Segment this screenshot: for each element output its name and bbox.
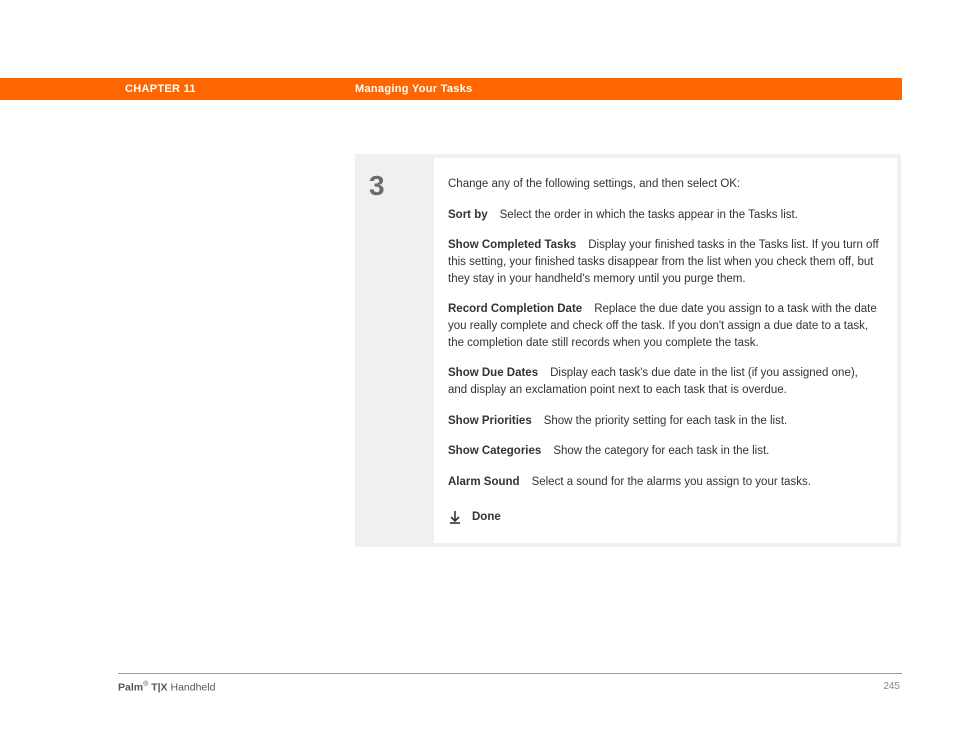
chapter-label: CHAPTER 11 [125,83,196,95]
setting-name: Show Priorities [448,415,532,427]
footer-brand-tx: T|X [148,682,167,694]
setting-name: Sort by [448,209,488,221]
step-content-box: 3 Change any of the following settings, … [354,153,902,548]
step-number: 3 [359,158,434,543]
footer-divider [118,673,902,674]
setting-item: Show Categories Show the category for eac… [448,443,879,460]
chapter-title: Managing Your Tasks [355,83,473,95]
setting-desc: Select the order in which the tasks appe… [500,209,798,221]
setting-item: Record Completion DateReplace the due da… [448,301,879,351]
setting-item: Sort by Select the order in which the tas… [448,207,879,224]
setting-name: Show Categories [448,445,541,457]
footer-brand-palm: Palm [118,682,143,694]
setting-name: Alarm Sound [448,476,520,488]
step-intro: Change any of the following settings, an… [448,176,879,193]
setting-desc: Show the category for each task in the l… [553,445,769,457]
header-bar: CHAPTER 11 Managing Your Tasks [0,78,902,100]
done-arrow-icon [448,510,462,524]
setting-name: Record Completion Date [448,303,582,315]
setting-item: Show Completed TasksDisplay your finishe… [448,237,879,287]
page-number: 245 [883,681,900,692]
done-label: Done [472,509,501,526]
setting-item: Show Due DatesDisplay each task's due da… [448,365,879,398]
footer-brand-rest: Handheld [168,682,216,694]
done-row: Done [448,509,879,526]
footer-brand: Palm® T|X Handheld [118,681,215,694]
setting-item: Show Priorities Show the priority setting… [448,413,879,430]
setting-name: Show Due Dates [448,367,538,379]
step-text: Change any of the following settings, an… [434,158,897,543]
setting-name: Show Completed Tasks [448,239,576,251]
setting-item: Alarm Sound Select a sound for the alarms… [448,474,879,491]
setting-desc: Select a sound for the alarms you assign… [532,476,811,488]
setting-desc: Show the priority setting for each task … [544,415,788,427]
